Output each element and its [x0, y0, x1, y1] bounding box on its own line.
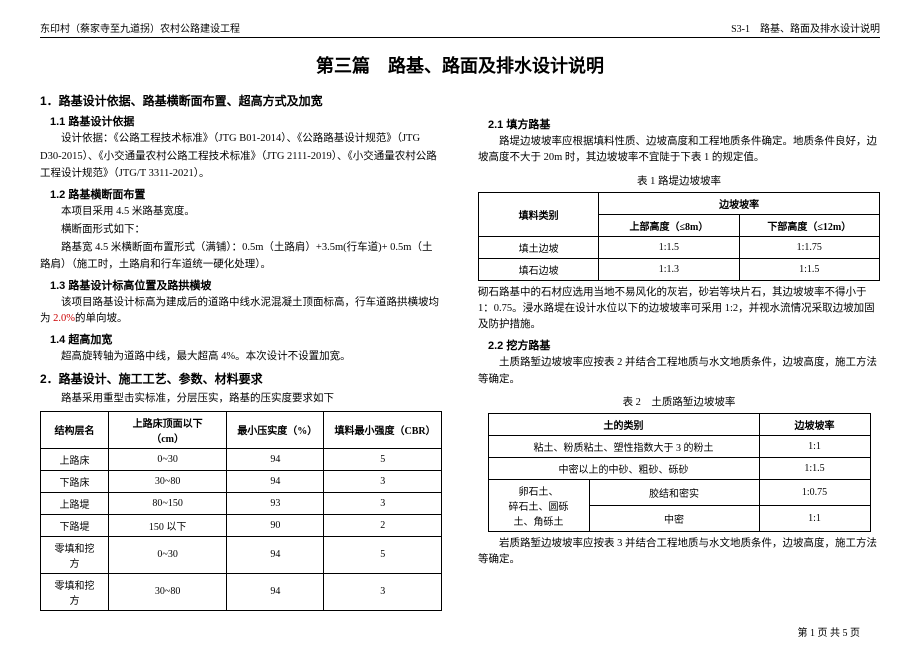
para: 岩质路堑边坡坡率应按表 3 并结合工程地质与水文地质条件，边坡高度，施工方法等确… — [478, 536, 880, 569]
heading-1-1: 1.1 路基设计依据 — [50, 113, 442, 129]
para: 路基宽 4.5 米横断面布置形式（满铺）：0.5m（土路肩）+3.5m(行车道)… — [40, 240, 442, 273]
para: D30-2015）、《小交通量农村公路工程技术标准》（JTG 2111-2019… — [40, 149, 442, 182]
para: 砌石路基中的石材应选用当地不易风化的灰岩，砂岩等块片石，其边坡坡率不得小于 1：… — [478, 285, 880, 334]
para: 路堤边坡坡率应根据填料性质、边坡高度和工程地质条件确定。地质条件良好，边坡高度不… — [478, 134, 880, 167]
page-header: 东印村（蔡家寺至九道拐）农村公路建设工程 S3-1 路基、路面及排水设计说明 — [40, 20, 880, 38]
embankment-slope-table: 填料类别 边坡坡率 上部高度（≤8m） 下部高度（≤12m） 填土边坡1:1.5… — [478, 192, 880, 281]
heading-1: 1．路基设计依据、路基横断面布置、超高方式及加宽 — [40, 92, 442, 109]
page-title: 第三篇 路基、路面及排水设计说明 — [40, 52, 880, 78]
heading-2-1: 2.1 填方路基 — [488, 116, 880, 132]
heading-1-4: 1.4 超高加宽 — [50, 331, 442, 347]
th: 最小压实度（%） — [227, 411, 324, 448]
left-column: 1．路基设计依据、路基横断面布置、超高方式及加宽 1.1 路基设计依据 设计依据… — [40, 88, 442, 615]
para: 超高旋转轴为道路中线，最大超高 4%。本次设计不设置加宽。 — [40, 349, 442, 365]
page-footer: 第 1 页 共 5 页 — [798, 624, 861, 639]
para-text: 的单向坡。 — [75, 313, 128, 324]
th: 下部高度（≤12m） — [739, 214, 879, 236]
th: 边坡坡率 — [599, 192, 880, 214]
right-column: 2.1 填方路基 路堤边坡坡率应根据填料性质、边坡高度和工程地质条件确定。地质条… — [478, 88, 880, 615]
header-left: 东印村（蔡家寺至九道拐）农村公路建设工程 — [40, 20, 240, 35]
header-right: S3-1 路基、路面及排水设计说明 — [731, 20, 880, 35]
highlight-value: 2.0% — [53, 313, 75, 324]
cut-slope-table: 土的类别 边坡坡率 粘土、粉质粘土、塑性指数大于 3 的粉土1:1 中密以上的中… — [488, 413, 871, 532]
th: 边坡坡率 — [759, 413, 870, 435]
para: 路基采用重型击实标准，分层压实，路基的压实度要求如下 — [40, 391, 442, 407]
para: 本项目采用 4.5 米路基宽度。 — [40, 204, 442, 220]
th: 结构层名 — [41, 411, 109, 448]
heading-2: 2．路基设计、施工工艺、参数、材料要求 — [40, 370, 442, 387]
para: 该项目路基设计标高为建成后的道路中线水泥混凝土顶面标高，行车道路拱横坡均为 2.… — [40, 295, 442, 328]
th: 填料类别 — [479, 192, 599, 236]
th: 填料最小强度（CBR） — [324, 411, 442, 448]
table-caption: 表 1 路堤边坡坡率 — [478, 173, 880, 188]
th: 土的类别 — [488, 413, 759, 435]
compaction-table: 结构层名 上路床顶面以下（cm） 最小压实度（%） 填料最小强度（CBR） 上路… — [40, 411, 442, 611]
th: 上路床顶面以下（cm） — [108, 411, 226, 448]
heading-1-3: 1.3 路基设计标高位置及路拱横坡 — [50, 277, 442, 293]
heading-1-2: 1.2 路基横断面布置 — [50, 186, 442, 202]
heading-2-2: 2.2 挖方路基 — [488, 337, 880, 353]
para: 设计依据：《公路工程技术标准》（JTG B01-2014）、《公路路基设计规范》… — [40, 131, 442, 147]
th: 上部高度（≤8m） — [599, 214, 739, 236]
td-group: 卵石土、 碎石土、圆砾 土、角砾土 — [488, 479, 589, 531]
table-caption: 表 2 土质路堑边坡坡率 — [478, 394, 880, 409]
para: 土质路堑边坡坡率应按表 2 并结合工程地质与水文地质条件，边坡高度，施工方法等确… — [478, 355, 880, 388]
para: 横断面形式如下： — [40, 222, 442, 238]
